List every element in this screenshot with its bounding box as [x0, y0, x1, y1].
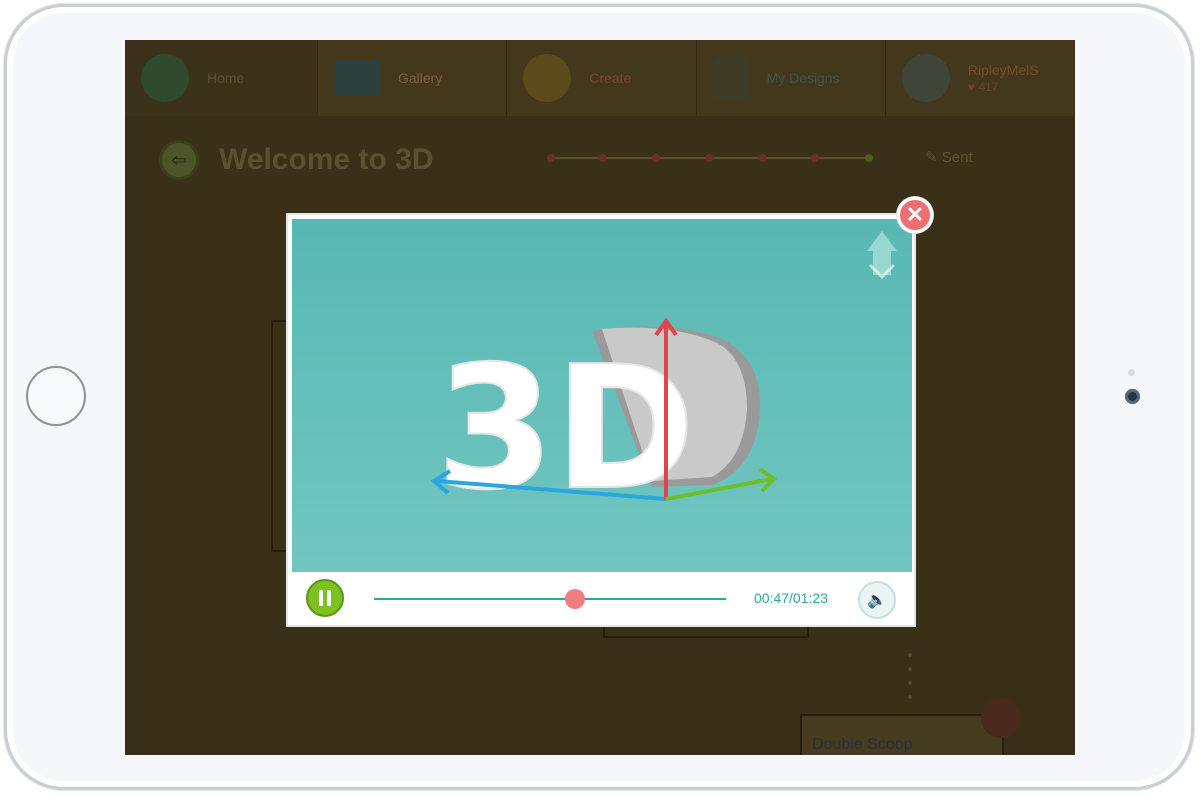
progress-step	[599, 154, 607, 162]
nav-item-create[interactable]: Create	[507, 40, 697, 116]
top-navigation: Home Gallery Create My Designs RipleyMel…	[125, 40, 1075, 116]
video-modal: 3D 00:47/01:23 🔈	[286, 213, 916, 627]
progress-status: ✎ Sent	[925, 148, 973, 166]
user-name: RipleyMelS	[967, 62, 1039, 78]
nav-label-home: Home	[207, 70, 245, 86]
nav-item-user-profile[interactable]: RipleyMelS ♥ 417	[886, 40, 1075, 116]
seek-knob[interactable]	[564, 589, 585, 609]
background-card-double-scoop[interactable]: Double Scoop	[800, 714, 1004, 755]
ice-cream-avatar-icon	[981, 698, 1021, 738]
pause-icon	[319, 590, 323, 606]
progress-step	[865, 154, 873, 162]
progress-step	[547, 154, 555, 162]
nav-item-home[interactable]: Home	[125, 40, 318, 116]
pause-button[interactable]	[306, 579, 344, 617]
lesson-progress	[547, 154, 873, 162]
user-avatar-icon	[901, 54, 950, 102]
back-arrow-icon: ⇦	[171, 149, 187, 170]
light-sensor	[1128, 369, 1135, 376]
device-home-button[interactable]	[26, 366, 86, 426]
user-info: RipleyMelS ♥ 417	[968, 62, 1039, 94]
progress-step	[705, 154, 713, 162]
close-icon: ✕	[905, 202, 925, 227]
speaker-icon: 🔈	[867, 592, 887, 609]
page-title: Welcome to 3D	[219, 143, 434, 176]
video-frame: 3D	[430, 231, 897, 529]
brand-logo-icon	[867, 231, 897, 280]
video-controls: 00:47/01:23 🔈	[288, 573, 914, 625]
lightbulb-icon	[523, 54, 572, 102]
progress-step	[759, 154, 767, 162]
progress-step	[652, 154, 660, 162]
nav-label-create: Create	[589, 70, 632, 86]
nav-label-my-designs: My Designs	[766, 70, 840, 86]
robot-icon	[712, 56, 749, 100]
nav-item-my-designs[interactable]: My Designs	[697, 40, 886, 116]
video-player[interactable]: 3D	[292, 219, 912, 572]
progress-status-label: Sent	[941, 149, 973, 166]
path-dots	[908, 648, 912, 708]
nav-item-gallery[interactable]: Gallery	[318, 40, 508, 116]
back-button[interactable]: ⇦	[159, 140, 199, 180]
user-likes-count: 417	[978, 80, 999, 94]
sound-button[interactable]: 🔈	[858, 581, 896, 619]
close-button[interactable]: ✕	[897, 197, 933, 233]
front-camera	[1125, 389, 1140, 404]
home-globe-icon	[141, 54, 189, 102]
page-header: ⇦ Welcome to 3D	[159, 138, 1059, 182]
progress-step	[811, 154, 819, 162]
seek-bar[interactable]	[374, 589, 726, 609]
time-display: 00:47/01:23	[754, 590, 828, 606]
pencil-icon: ✎	[925, 149, 938, 166]
gallery-icon	[334, 60, 380, 96]
user-likes: ♥ 417	[968, 80, 999, 94]
nav-label-gallery: Gallery	[398, 70, 443, 86]
heart-icon: ♥	[967, 80, 975, 94]
